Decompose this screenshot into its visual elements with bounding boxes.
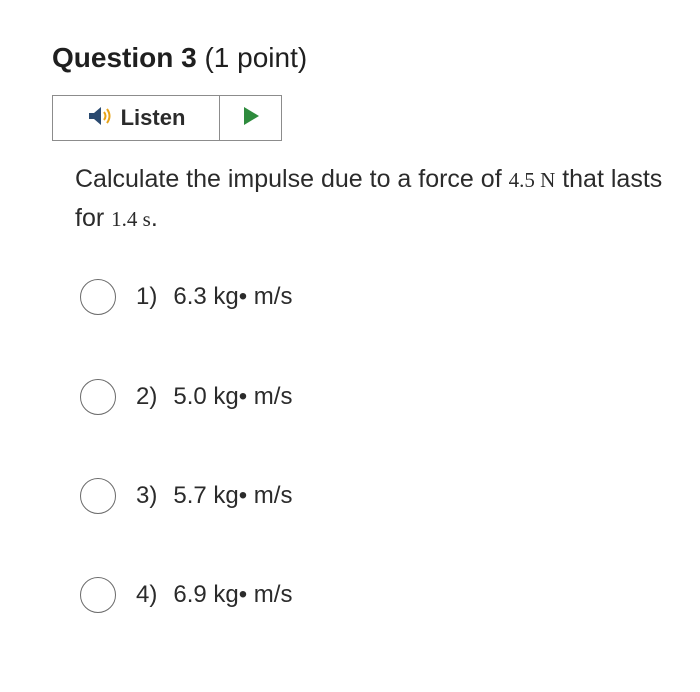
question-points: (1 point): [196, 42, 308, 73]
option-number: 3): [136, 482, 158, 509]
question-prompt: Calculate the impulse due to a force of …: [75, 160, 675, 238]
option-number: 4): [136, 581, 158, 608]
force-value: 4.5 N: [508, 168, 556, 192]
play-icon: [241, 106, 261, 131]
option-number: 2): [136, 383, 158, 410]
option-text: 6.9 kg• m/s: [173, 581, 293, 608]
radio-button[interactable]: [80, 279, 116, 315]
option-number: 1): [136, 283, 158, 310]
time-value: 1.4 s: [111, 207, 151, 231]
answer-option-4[interactable]: 4) 6.9 kg• m/s: [80, 573, 292, 617]
listen-label: Listen: [120, 105, 186, 130]
play-button[interactable]: [220, 96, 281, 140]
answer-option-1[interactable]: 1) 6.3 kg• m/s: [80, 275, 292, 319]
option-text: 5.7 kg• m/s: [173, 482, 293, 509]
radio-button[interactable]: [80, 379, 116, 415]
prompt-text-3: .: [150, 204, 158, 232]
radio-button[interactable]: [80, 478, 116, 514]
question-title: Question 3: [52, 42, 197, 73]
speaker-icon: [87, 105, 113, 132]
option-text: 6.3 kg• m/s: [173, 283, 293, 310]
answer-option-2[interactable]: 2) 5.0 kg• m/s: [80, 375, 292, 419]
option-text: 5.0 kg• m/s: [173, 383, 293, 410]
prompt-text-1: Calculate the impulse due to a force of: [75, 165, 509, 193]
listen-widget: Listen: [52, 95, 282, 141]
listen-button[interactable]: Listen: [53, 96, 220, 140]
radio-button[interactable]: [80, 577, 116, 613]
answer-option-3[interactable]: 3) 5.7 kg• m/s: [80, 474, 292, 518]
question-header: Question 3 (1 point): [52, 40, 307, 76]
